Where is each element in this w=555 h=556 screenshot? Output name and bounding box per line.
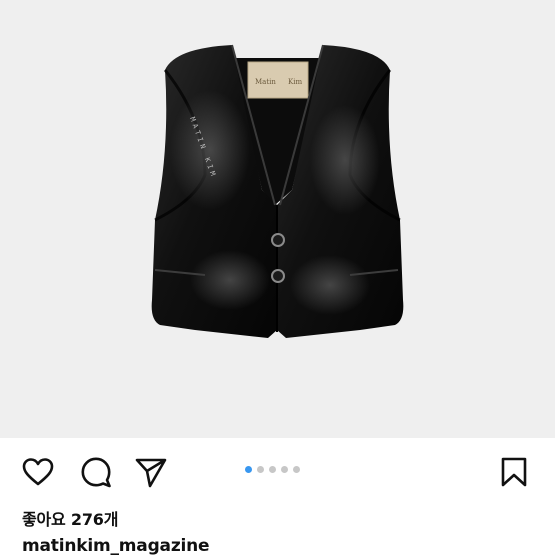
carousel-indicator <box>245 465 300 473</box>
brand-label-right-text: Kim <box>288 78 302 86</box>
vest-button-bottom <box>271 269 285 283</box>
carousel-dot <box>281 465 288 473</box>
brand-label-left-text: Matin <box>255 78 276 86</box>
carousel-dot <box>245 465 252 473</box>
comment-icon[interactable] <box>80 456 112 488</box>
heart-icon[interactable] <box>22 457 54 487</box>
post-username[interactable]: matinkim_magazine <box>22 536 210 556</box>
vest-button-top <box>271 233 285 247</box>
carousel-dot <box>293 465 300 473</box>
carousel-dot <box>269 465 276 473</box>
send-icon[interactable] <box>134 456 168 488</box>
post-image[interactable]: Matin Kim MATIN KIM <box>0 0 555 438</box>
carousel-dot <box>257 465 264 473</box>
bookmark-icon[interactable] <box>500 456 528 488</box>
vest-illustration: Matin Kim MATIN KIM <box>151 44 404 338</box>
likes-count[interactable]: 좋아요 276개 <box>22 506 118 530</box>
